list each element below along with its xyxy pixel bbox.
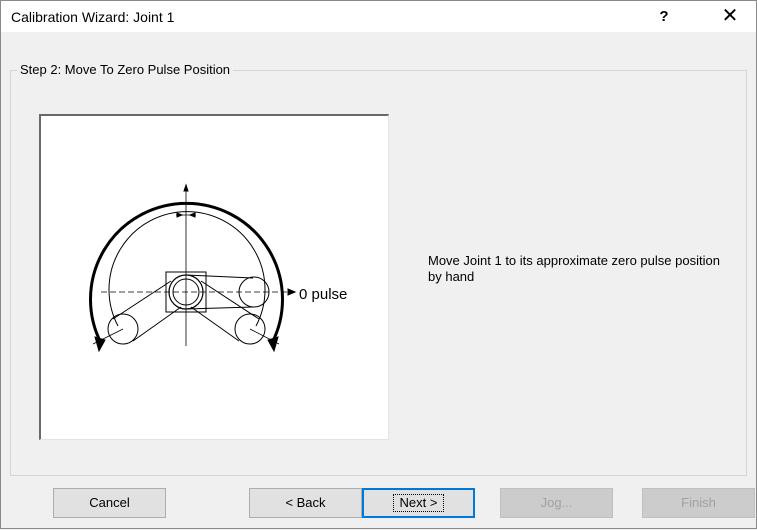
next-button-label: Next > [392,494,445,512]
left-arm-upper-edge [112,280,172,320]
zero-pulse-label: 0 pulse [299,286,348,303]
vertical-axis-arrow [183,183,189,192]
right-arm-upper-edge [200,280,260,320]
next-button[interactable]: Next > [362,488,475,518]
cancel-button[interactable]: Cancel [53,488,166,518]
zero-arm-upper-edge [185,274,254,279]
finish-button[interactable]: Finish [642,488,755,518]
zero-pulse-arrow [287,288,297,296]
calibration-wizard-dialog: Calibration Wizard: Joint 1 ? ✕ Step 2: … [0,0,757,529]
back-button[interactable]: < Back [249,488,362,518]
instruction-text: Move Joint 1 to its approximate zero pul… [428,253,720,284]
outer-rotation-arc [89,201,284,344]
left-arm-lower-edge [132,306,182,342]
right-arm-lower-edge [190,306,240,342]
jog-button[interactable]: Jog... [500,488,613,518]
